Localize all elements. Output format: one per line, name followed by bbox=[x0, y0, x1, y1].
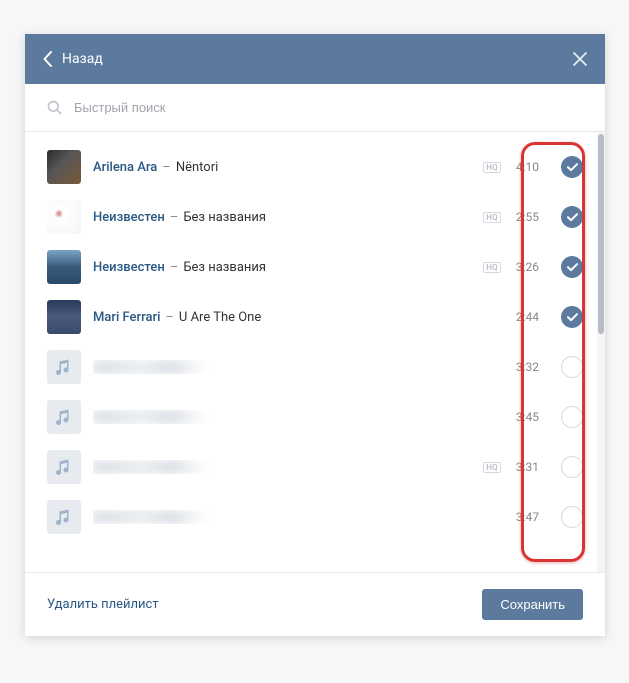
track-title: Без названия bbox=[183, 210, 266, 225]
track-info: Arilena Ara–Nëntori bbox=[93, 160, 483, 175]
track-row[interactable]: HQ 3:31 bbox=[25, 442, 605, 492]
track-checkbox[interactable] bbox=[561, 206, 583, 228]
track-row[interactable]: 3:45 bbox=[25, 392, 605, 442]
track-checkbox[interactable] bbox=[561, 156, 583, 178]
track-row[interactable]: Arilena Ara–NëntoriHQ4:10 bbox=[25, 142, 605, 192]
track-row[interactable]: Mari Ferrari–U Are The One2:44 bbox=[25, 292, 605, 342]
track-thumbnail bbox=[47, 500, 81, 534]
track-checkbox[interactable] bbox=[561, 506, 583, 528]
track-title: Nëntori bbox=[176, 160, 218, 175]
track-info bbox=[93, 460, 483, 474]
close-icon bbox=[573, 52, 587, 66]
track-info bbox=[93, 410, 511, 424]
track-separator: – bbox=[170, 210, 179, 225]
track-duration: 2:55 bbox=[511, 210, 539, 224]
track-checkbox[interactable] bbox=[561, 256, 583, 278]
track-thumbnail bbox=[47, 400, 81, 434]
track-duration: 3:31 bbox=[511, 460, 539, 474]
track-title: Без названия bbox=[183, 260, 266, 275]
tracks-container: Arilena Ara–NëntoriHQ4:10Неизвестен–Без … bbox=[25, 132, 605, 572]
track-info bbox=[93, 360, 511, 374]
search-bar bbox=[25, 84, 605, 132]
track-blurred-text bbox=[93, 410, 253, 424]
track-thumbnail bbox=[47, 250, 81, 284]
track-checkbox[interactable] bbox=[561, 306, 583, 328]
track-thumbnail bbox=[47, 150, 81, 184]
back-button[interactable]: Назад bbox=[43, 51, 103, 67]
modal-footer: Удалить плейлист Сохранить bbox=[25, 572, 605, 636]
track-info: Неизвестен–Без названия bbox=[93, 260, 483, 275]
track-row[interactable]: Неизвестен–Без названияHQ3:26 bbox=[25, 242, 605, 292]
track-duration: 4:10 bbox=[511, 160, 539, 174]
track-separator: – bbox=[170, 260, 179, 275]
track-artist[interactable]: Mari Ferrari bbox=[93, 310, 160, 325]
track-duration: 3:32 bbox=[511, 360, 539, 374]
scrollbar-thumb[interactable] bbox=[598, 134, 604, 334]
track-row[interactable]: 3:47 bbox=[25, 492, 605, 542]
track-separator: – bbox=[165, 310, 174, 325]
track-info bbox=[93, 510, 511, 524]
track-title: U Are The One bbox=[179, 310, 261, 325]
hq-badge: HQ bbox=[483, 212, 501, 223]
search-input[interactable] bbox=[74, 100, 583, 115]
track-duration: 3:45 bbox=[511, 410, 539, 424]
track-thumbnail bbox=[47, 350, 81, 384]
track-separator: – bbox=[162, 160, 171, 175]
track-checkbox[interactable] bbox=[561, 356, 583, 378]
save-button[interactable]: Сохранить bbox=[482, 589, 583, 620]
track-blurred-text bbox=[93, 510, 253, 524]
hq-badge: HQ bbox=[483, 262, 501, 273]
modal-header: Назад bbox=[25, 34, 605, 84]
chevron-left-icon bbox=[43, 51, 52, 67]
tracks-list[interactable]: Arilena Ara–NëntoriHQ4:10Неизвестен–Без … bbox=[25, 132, 605, 572]
search-icon bbox=[47, 100, 62, 115]
track-artist[interactable]: Неизвестен bbox=[93, 260, 165, 275]
track-blurred-text bbox=[93, 460, 253, 474]
playlist-edit-modal: Назад Arilena Ara–NëntoriHQ4:10Неизвесте… bbox=[25, 34, 605, 636]
track-row[interactable]: Неизвестен–Без названияHQ2:55 bbox=[25, 192, 605, 242]
track-duration: 3:26 bbox=[511, 260, 539, 274]
track-info: Mari Ferrari–U Are The One bbox=[93, 310, 511, 325]
track-thumbnail bbox=[47, 300, 81, 334]
back-label: Назад bbox=[62, 51, 103, 67]
track-artist[interactable]: Неизвестен bbox=[93, 210, 165, 225]
close-button[interactable] bbox=[573, 52, 587, 66]
track-duration: 3:47 bbox=[511, 510, 539, 524]
track-artist[interactable]: Arilena Ara bbox=[93, 160, 157, 175]
hq-badge: HQ bbox=[483, 162, 501, 173]
delete-playlist-link[interactable]: Удалить плейлист bbox=[47, 597, 159, 612]
track-row[interactable]: 3:32 bbox=[25, 342, 605, 392]
track-duration: 2:44 bbox=[511, 310, 539, 324]
scrollbar[interactable] bbox=[597, 132, 605, 572]
track-thumbnail bbox=[47, 200, 81, 234]
track-info: Неизвестен–Без названия bbox=[93, 210, 483, 225]
track-blurred-text bbox=[93, 360, 253, 374]
hq-badge: HQ bbox=[483, 462, 501, 473]
track-thumbnail bbox=[47, 450, 81, 484]
track-checkbox[interactable] bbox=[561, 456, 583, 478]
track-checkbox[interactable] bbox=[561, 406, 583, 428]
